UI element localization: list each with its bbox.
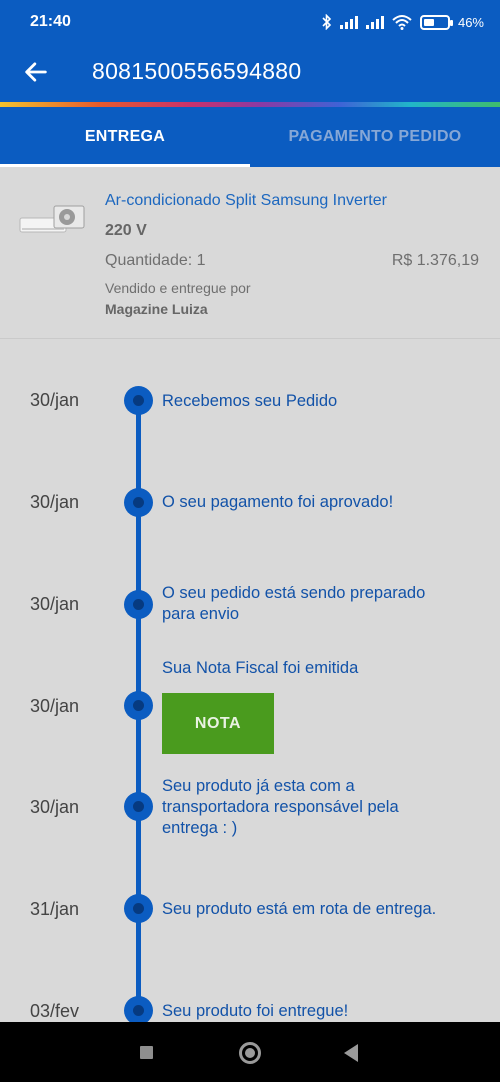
tab-pagamento-pedido[interactable]: PAGAMENTO PEDIDO [250, 107, 500, 167]
event-date: 31/jan [30, 899, 80, 919]
product-quantity: Quantidade: 1 [105, 252, 206, 269]
timeline-dot [124, 996, 153, 1022]
event-date: 03/fev [30, 1001, 80, 1021]
timeline-dot [124, 590, 153, 619]
signal-icon [339, 15, 358, 29]
event-text: O seu pedido está sendo preparado para e… [162, 584, 426, 623]
app-bar: 8081500556594880 [0, 44, 500, 102]
event-date: 30/jan [30, 390, 80, 410]
event-text: Seu produto está em rota de entrega. [162, 900, 437, 918]
timeline-dot [124, 792, 153, 821]
recent-apps-icon[interactable] [140, 1046, 153, 1059]
timeline-dot [124, 894, 153, 923]
home-icon[interactable] [239, 1042, 261, 1064]
back-nav-icon[interactable] [344, 1044, 358, 1062]
back-arrow-icon[interactable] [22, 58, 50, 86]
sold-by-label: Vendido e entregue por [105, 280, 251, 296]
system-nav-bar [0, 1022, 500, 1082]
battery-percent: 46% [457, 14, 484, 30]
tab-entrega[interactable]: ENTREGA [0, 107, 250, 167]
event-date: 30/jan [30, 797, 80, 817]
event-text: O seu pagamento foi aprovado! [162, 493, 394, 511]
event-text: Seu produto foi entregue! [162, 1002, 349, 1020]
status-time: 21:40 [30, 13, 71, 30]
seller-name: Magazine Luiza [105, 301, 208, 317]
event-date: 30/jan [30, 696, 80, 716]
tab-bar: ENTREGA PAGAMENTO PEDIDO [0, 107, 500, 167]
delivery-timeline: 30/jan Recebemos seu Pedido 30/jan O seu… [0, 339, 500, 1022]
event-text: Seu produto já esta com a transportadora… [162, 777, 399, 837]
timeline-dot [124, 488, 153, 517]
product-card: Ar-condicionado Split Samsung Inverter 2… [0, 167, 500, 339]
battery-icon [419, 14, 453, 30]
event-date: 30/jan [30, 492, 80, 512]
event-text: Recebemos seu Pedido [162, 392, 338, 410]
product-voltage: 220 V [105, 222, 147, 239]
timeline-dot [124, 386, 153, 415]
signal-icon [365, 15, 384, 29]
status-bar: 21:40 46% [0, 0, 500, 44]
event-text: Sua Nota Fiscal foi emitida [162, 659, 359, 677]
product-name-link[interactable]: Ar-condicionado Split Samsung Inverter [105, 192, 387, 210]
product-price: R$ 1.376,19 [391, 252, 479, 269]
status-icons: 46% [322, 12, 484, 32]
nota-button[interactable]: NOTA [162, 693, 274, 754]
bluetooth-icon [322, 14, 332, 30]
air-conditioner-image [19, 205, 85, 233]
event-date: 30/jan [30, 594, 80, 614]
order-number-title: 8081500556594880 [92, 58, 302, 84]
wifi-icon [392, 15, 412, 30]
timeline-dot [124, 691, 153, 720]
